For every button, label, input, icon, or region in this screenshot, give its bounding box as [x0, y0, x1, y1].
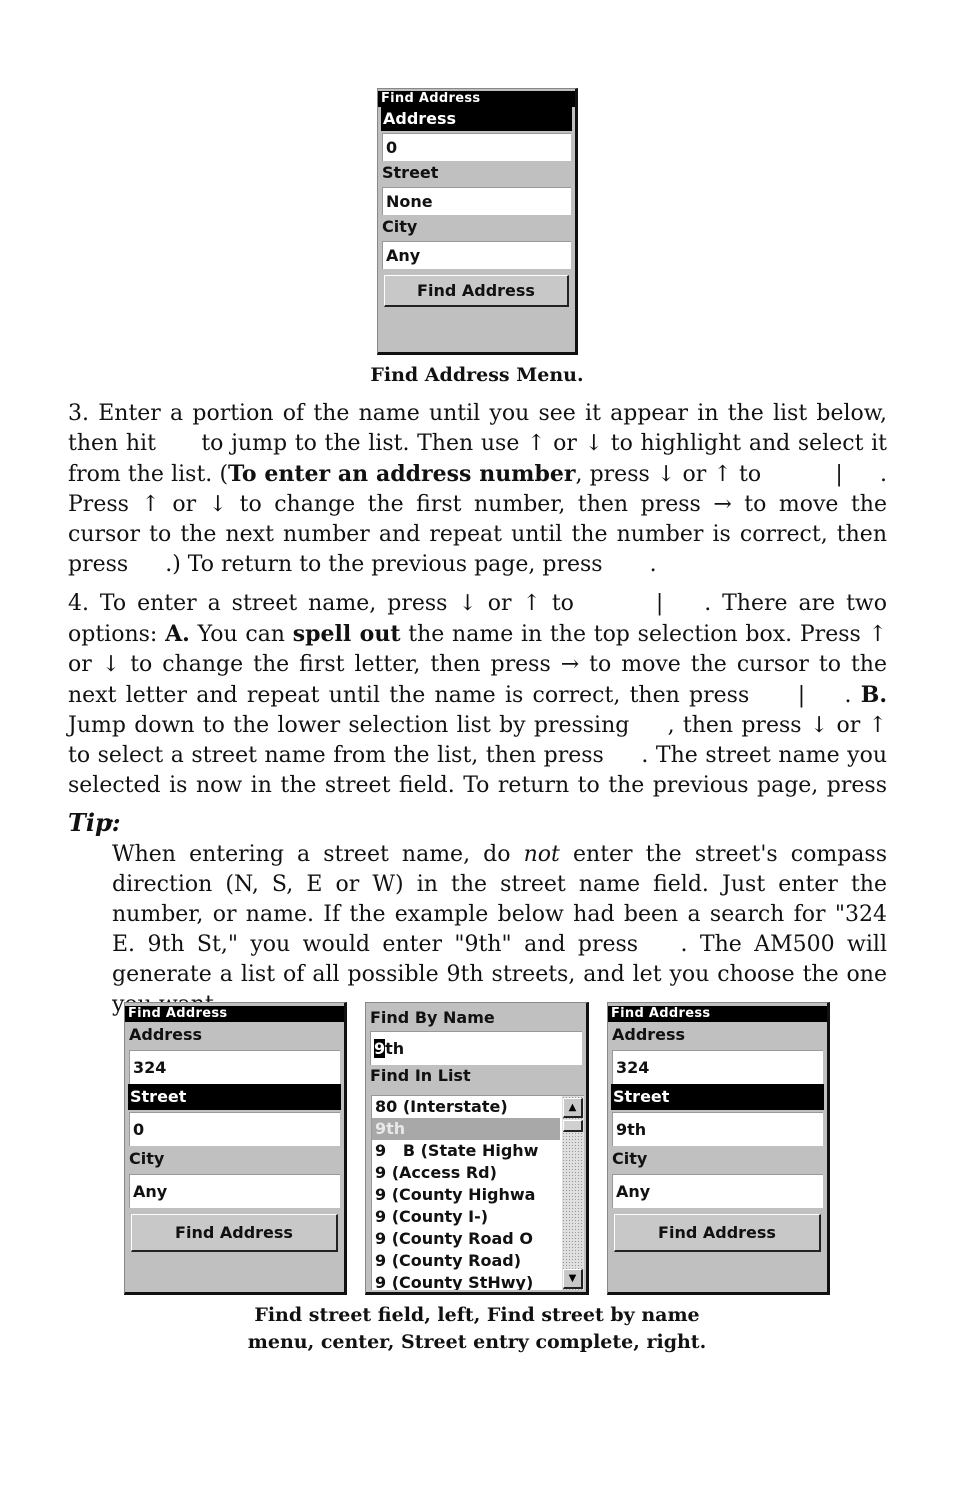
- list-item[interactable]: 9 (County Highwa: [372, 1184, 560, 1206]
- text: When entering a street name, do: [112, 842, 524, 867]
- street-entry-complete-screen: Find Address Address 324 Street 9th City…: [607, 1002, 830, 1295]
- input-text: th: [385, 1039, 405, 1058]
- address-field[interactable]: 324: [612, 1050, 823, 1084]
- figure-caption-top: Find Address Menu.: [370, 364, 584, 386]
- screen-title: Find Address: [608, 1006, 827, 1022]
- list-item[interactable]: 9 (Access Rd): [372, 1162, 560, 1184]
- street-label: Street: [611, 1084, 824, 1110]
- step-3-paragraph: 3. Enter a portion of the name until you…: [68, 399, 887, 580]
- scrollbar[interactable]: ▲ ▼: [562, 1096, 584, 1290]
- find-by-name-label: Find By Name: [370, 1008, 495, 1027]
- list-item[interactable]: 9 (County Road O: [372, 1228, 560, 1250]
- text: |: [644, 591, 675, 616]
- text: |: [788, 683, 815, 708]
- find-address-button[interactable]: Find Address: [614, 1214, 821, 1252]
- find-street-field-screen: Find Address Address 324 Street 0 City A…: [124, 1002, 347, 1295]
- caption-line: menu, center, Street entry complete, rig…: [247, 1331, 707, 1353]
- street-label: Street: [128, 1084, 341, 1110]
- city-label: City: [129, 1149, 165, 1168]
- tip-heading: Tip:: [68, 808, 121, 837]
- scroll-up-arrow-icon[interactable]: ▲: [563, 1098, 583, 1118]
- address-label: Address: [612, 1025, 686, 1044]
- text-cursor: 9: [374, 1039, 386, 1058]
- name-input[interactable]: 9th: [370, 1031, 582, 1065]
- bold-text: A.: [165, 621, 190, 647]
- address-label: Address: [129, 1025, 203, 1044]
- step-4-paragraph: 4. To enter a street name, press ↓ or ↑ …: [68, 589, 887, 831]
- figure-caption-bottom: Find street field, left, Find street by …: [180, 1302, 774, 1356]
- bold-text: B.: [860, 682, 887, 708]
- text: 4. To enter a street name, press ↓ or ↑ …: [68, 591, 585, 616]
- address-label: Address: [381, 107, 572, 131]
- caption-line: Find street field, left, Find street by …: [254, 1304, 700, 1326]
- screen-title: Find Address: [378, 91, 575, 107]
- list-item[interactable]: 9 (County I-): [372, 1206, 560, 1228]
- bold-text: To enter an address number: [228, 461, 576, 487]
- find-address-menu-screen: Find Address Address 0 Street None City …: [377, 88, 578, 355]
- city-label: City: [612, 1149, 648, 1168]
- address-field[interactable]: 0: [382, 133, 571, 161]
- text: .: [649, 552, 657, 577]
- street-field[interactable]: 9th: [612, 1112, 823, 1146]
- italic-text: not: [523, 842, 560, 867]
- address-field[interactable]: 324: [129, 1050, 340, 1084]
- list-item[interactable]: 9th: [372, 1118, 560, 1140]
- find-address-button[interactable]: Find Address: [384, 275, 569, 307]
- city-label: City: [382, 217, 418, 236]
- text: You can: [189, 622, 293, 647]
- scroll-thumb[interactable]: [563, 1120, 583, 1132]
- tip-paragraph: When entering a street name, do not ente…: [112, 840, 887, 1020]
- city-field[interactable]: Any: [129, 1174, 340, 1208]
- find-address-button[interactable]: Find Address: [131, 1214, 338, 1252]
- list-item[interactable]: 80 (Interstate): [372, 1096, 560, 1118]
- text: |: [828, 462, 850, 487]
- list-item[interactable]: 9 (County Road): [372, 1250, 560, 1272]
- city-field[interactable]: Any: [612, 1174, 823, 1208]
- street-label: Street: [382, 163, 439, 182]
- text: , press ↓ or ↑ to: [575, 462, 769, 487]
- find-by-name-screen: Find By Name 9th Find In List 80 (Inters…: [365, 1002, 589, 1295]
- bold-text: spell out: [292, 621, 401, 647]
- screen-title: Find Address: [125, 1006, 344, 1022]
- text: .) To return to the previous page, press: [165, 552, 610, 577]
- city-field[interactable]: Any: [382, 241, 571, 269]
- list-item[interactable]: 9 (County StHwy): [372, 1272, 560, 1290]
- find-in-list-label: Find In List: [370, 1066, 471, 1085]
- text: .: [844, 683, 861, 708]
- list-item[interactable]: 9 B (State Highw: [372, 1140, 560, 1162]
- scroll-down-arrow-icon[interactable]: ▼: [563, 1269, 583, 1289]
- street-field[interactable]: None: [382, 187, 571, 215]
- text: Jump down to the lower selection list by…: [68, 713, 638, 738]
- street-list[interactable]: 80 (Interstate) 9th 9 B (State Highw 9 (Acc…: [371, 1095, 584, 1290]
- street-field[interactable]: 0: [129, 1112, 340, 1146]
